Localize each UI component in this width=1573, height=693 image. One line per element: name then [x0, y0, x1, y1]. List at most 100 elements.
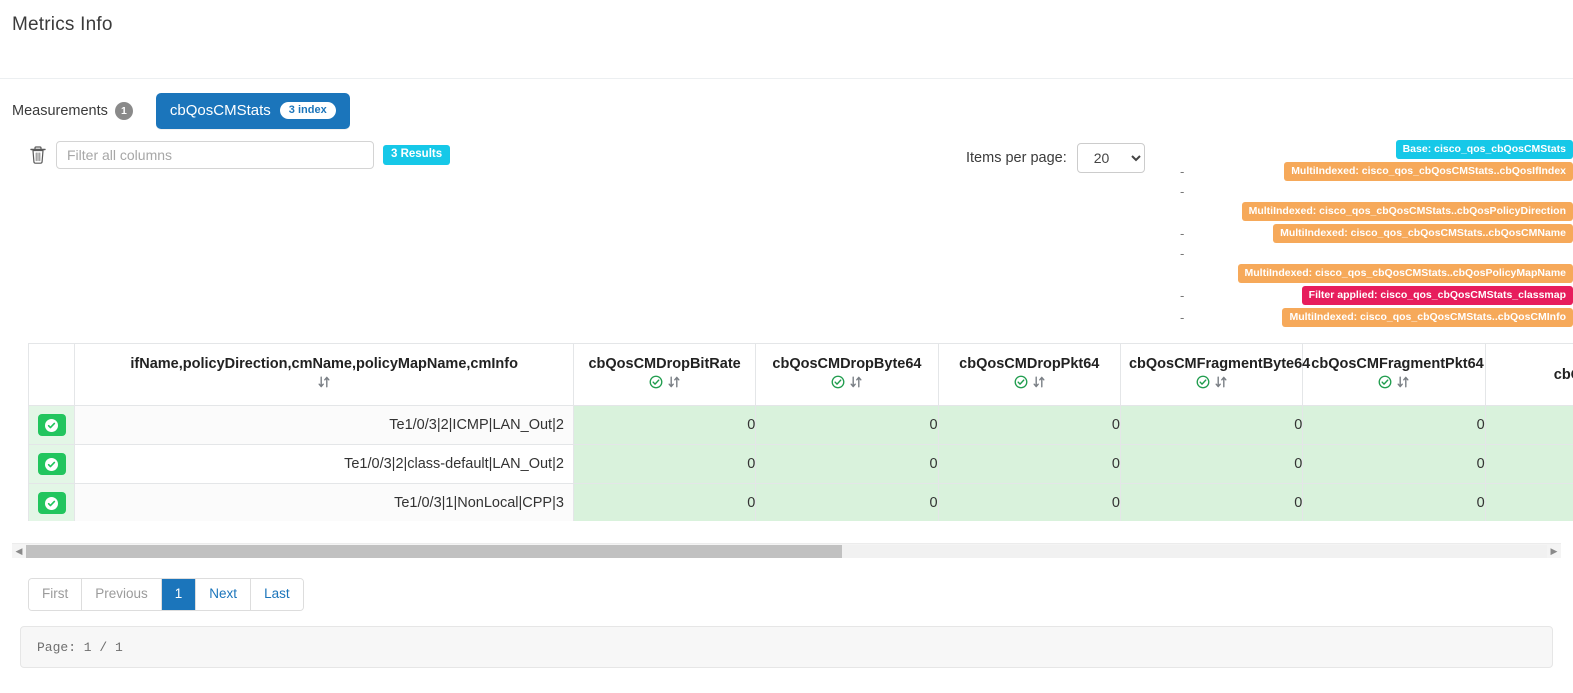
- table-header-cbQos[interactable]: cbQos: [1484, 343, 1573, 406]
- table-header-label: cbQosCMFragmentPkt64: [1311, 356, 1484, 372]
- row-value-cell: 0: [937, 444, 1121, 484]
- column-selected-check-icon[interactable]: [649, 375, 663, 393]
- table-header-label: cbQosCMDropPkt64: [959, 356, 1100, 372]
- table-header-cbQosCMFragmentPkt64[interactable]: cbQosCMFragmentPkt64: [1302, 343, 1486, 406]
- row-value-cell: [1484, 483, 1573, 521]
- pagination-button-last[interactable]: Last: [251, 579, 303, 611]
- row-selected-check-icon: [45, 457, 59, 471]
- row-value-cell: [1484, 444, 1573, 484]
- row-key-cell: Te1/0/3|2|ICMP|LAN_Out|2: [74, 405, 574, 445]
- column-selected-check-icon[interactable]: [1196, 375, 1210, 393]
- measurements-label: Measurements: [12, 103, 108, 119]
- scroll-left-arrow-icon[interactable]: ◀: [12, 546, 26, 557]
- pagination: First Previous 1 Next Last: [28, 578, 304, 612]
- column-selected-check-icon[interactable]: [1014, 375, 1028, 393]
- index-badge-stack: Base: cisco_qos_cbQosCMStats - MultiIndexe…: [1180, 140, 1573, 330]
- badge-dash: -: [1180, 288, 1185, 304]
- measurements-row: Measurements 1 cbQosCMStats 3 index: [0, 79, 1573, 129]
- scrollbar-thumb[interactable]: [26, 544, 842, 558]
- table-header-select: [28, 343, 76, 406]
- index-badge-multi: MultiIndexed: cisco_qos_cbQosCMStats..cb…: [1284, 162, 1573, 182]
- pagination-button-1[interactable]: 1: [161, 579, 197, 611]
- row-value-cell: 0: [1119, 405, 1304, 445]
- badge-dash: -: [1180, 184, 1185, 200]
- row-value-cell: 0: [572, 444, 757, 484]
- table-header-ifName,policyDirection,cmName,policyMapName,cmInfo[interactable]: ifName,policyDirection,cmName,policyMapN…: [74, 343, 574, 406]
- badge-dash: -: [1180, 226, 1185, 242]
- index-badge-line: - MultiIndexed: cisco_qos_cbQosCMStats..c…: [1180, 308, 1573, 328]
- column-sort-icon[interactable]: [1033, 375, 1045, 393]
- metrics-table-head: ifName,policyDirection,cmName,policyMapN…: [28, 343, 1573, 406]
- filter-all-columns-input[interactable]: [56, 141, 374, 169]
- table-header-icons: [947, 375, 1112, 393]
- row-key-cell: Te1/0/3|1|NonLocal|CPP|3: [74, 483, 574, 521]
- page-title: Metrics Info: [12, 14, 113, 35]
- scrollbar-track[interactable]: [26, 544, 1547, 558]
- index-badge-base: Base: cisco_qos_cbQosCMStats: [1395, 140, 1573, 160]
- measurement-tab-label: cbQosCMStats: [169, 102, 271, 119]
- row-select-button[interactable]: [37, 492, 66, 514]
- items-per-page-group: Items per page: 20: [966, 143, 1145, 173]
- table-row: Te1/0/3|1|NonLocal|CPP|3 0 0 0 0 0: [28, 483, 1573, 521]
- table-header-cbQosCMDropByte64[interactable]: cbQosCMDropByte64: [755, 343, 939, 406]
- row-value-cell: 0: [937, 405, 1121, 445]
- badge-dash: -: [1180, 246, 1185, 262]
- row-value-cell: 0: [572, 483, 757, 521]
- row-value-cell: 0: [755, 405, 939, 445]
- index-badge-multi: MultiIndexed: cisco_qos_cbQosCMStats..cb…: [1282, 308, 1573, 328]
- column-sort-icon[interactable]: [668, 375, 680, 393]
- row-value-cell: 0: [572, 405, 757, 445]
- column-sort-icon[interactable]: [1397, 375, 1409, 393]
- measurement-index-pill: 3 index: [279, 102, 336, 119]
- metrics-table-body: Te1/0/3|2|ICMP|LAN_Out|2 0 0 0 0 0 Te1/0/3|2|c…: [28, 405, 1573, 521]
- badge-dash: -: [1180, 164, 1185, 180]
- table-header-label: cbQos: [1553, 366, 1573, 383]
- row-select-button[interactable]: [37, 453, 66, 475]
- page-status-box: Page: 1 / 1: [20, 626, 1553, 668]
- horizontal-scrollbar[interactable]: ◀ ▶: [12, 543, 1561, 558]
- column-sort-icon[interactable]: [318, 375, 330, 393]
- row-value-cell: 0: [755, 444, 939, 484]
- measurement-tab-cbqoscmstats[interactable]: cbQosCMStats 3 index: [155, 93, 350, 129]
- row-value-cell: 0: [1119, 483, 1304, 521]
- table-row: Te1/0/3|2|class-default|LAN_Out|2 0 0 0 0 0: [28, 444, 1573, 484]
- index-badge-multi: MultiIndexed: cisco_qos_cbQosCMStats..cb…: [1273, 224, 1573, 244]
- index-badge-line: MultiIndexed: cisco_qos_cbQosCMStats..cb…: [1180, 264, 1573, 284]
- row-value-cell: 0: [1119, 444, 1304, 484]
- page-status-text: Page: 1 / 1: [37, 639, 123, 655]
- table-header-label: cbQosCMDropBitRate: [588, 356, 741, 372]
- row-selected-check-icon: [45, 496, 59, 510]
- table-header-cbQosCMFragmentByte64[interactable]: cbQosCMFragmentByte64: [1119, 343, 1311, 406]
- table-header-label: cbQosCMDropByte64: [772, 356, 922, 372]
- table-header-icons: [1311, 375, 1476, 393]
- index-badge-line: MultiIndexed: cisco_qos_cbQosCMStats..cb…: [1180, 202, 1573, 222]
- scroll-right-arrow-icon[interactable]: ▶: [1547, 546, 1561, 557]
- table-row: Te1/0/3|2|ICMP|LAN_Out|2 0 0 0 0 0: [28, 405, 1573, 445]
- badge-dash: -: [1180, 310, 1185, 326]
- pagination-button-next[interactable]: Next: [196, 579, 252, 611]
- row-select-cell: [28, 405, 76, 445]
- column-selected-check-icon[interactable]: [831, 375, 845, 393]
- column-sort-icon[interactable]: [1215, 375, 1227, 393]
- column-selected-check-icon[interactable]: [1378, 375, 1392, 393]
- pagination-button-first: First: [29, 579, 83, 611]
- row-select-button[interactable]: [37, 414, 66, 436]
- table-header-icons: [1129, 375, 1294, 393]
- index-badge-line: -: [1180, 184, 1573, 199]
- table-header-cbQosCMDropPkt64[interactable]: cbQosCMDropPkt64: [937, 343, 1121, 406]
- table-header-label: cbQosCMFragmentByte64: [1128, 356, 1311, 372]
- index-badge-line: -: [1180, 246, 1573, 261]
- row-key-cell: Te1/0/3|2|class-default|LAN_Out|2: [74, 444, 574, 484]
- index-badge-line: Base: cisco_qos_cbQosCMStats: [1180, 140, 1573, 160]
- column-sort-icon[interactable]: [850, 375, 862, 393]
- row-select-cell: [28, 483, 76, 521]
- measurements-count-badge: 1: [114, 102, 133, 120]
- items-per-page-select[interactable]: 20: [1076, 143, 1145, 173]
- pagination-button-previous: Previous: [82, 579, 162, 611]
- table-header-cbQosCMDropBitRate[interactable]: cbQosCMDropBitRate: [572, 343, 757, 406]
- row-selected-check-icon: [45, 418, 59, 432]
- metrics-table-scroll-area[interactable]: ifName,policyDirection,cmName,policyMapN…: [28, 343, 1573, 521]
- row-value-cell: 0: [755, 483, 939, 521]
- filter-area: 3 Results: [28, 141, 451, 169]
- trash-icon[interactable]: [28, 144, 48, 166]
